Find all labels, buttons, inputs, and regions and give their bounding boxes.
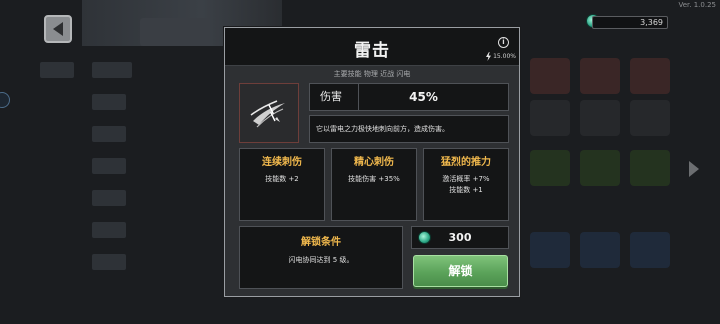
upgrade-effect: 激活概率 +7%: [442, 175, 490, 183]
background-skill-slot: [530, 150, 570, 186]
background-skill-slot: [580, 58, 620, 94]
background-skill-slot: [530, 100, 570, 136]
upgrade-effect: 技能数 +2: [265, 175, 299, 183]
next-page-arrow-icon[interactable]: [689, 161, 699, 177]
skill-icon-frame: [239, 83, 299, 143]
upgrade-card-fierce-thrust: 猛烈的推力 激活概率 +7% 技能数 +1: [423, 148, 509, 221]
damage-value: 45%: [359, 83, 509, 111]
skill-description: 它以雷电之力极快地刺向前方，造成伤害。: [309, 115, 509, 143]
skill-title: 雷击: [354, 41, 390, 61]
skill-detail-modal: 雷击 i 15.00% 主要技能 物理 近战 闪电 伤害 45% 它以雷电之力极…: [224, 27, 520, 297]
upgrade-title: 连续刺伤: [262, 157, 302, 168]
unlock-button[interactable]: 解锁: [413, 255, 508, 287]
proc-chance: 15.00%: [485, 52, 516, 61]
back-button[interactable]: [44, 15, 72, 43]
unlock-condition-text: 闪电协同达到 5 级。: [288, 256, 354, 264]
upgrade-card-precise-stab: 精心刺伤 技能伤害 +35%: [331, 148, 417, 221]
background-list-row: [92, 190, 126, 206]
unlock-condition-title: 解锁条件: [301, 237, 341, 248]
modal-header: 雷击 i 15.00%: [225, 28, 519, 66]
side-menu-handle[interactable]: [0, 92, 10, 108]
unlock-condition-panel: 解锁条件 闪电协同达到 5 级。: [239, 226, 403, 289]
background-skill-slot: [580, 100, 620, 136]
background-skill-slot: [530, 232, 570, 268]
background-skill-slot: [580, 150, 620, 186]
background-list-row: [92, 222, 126, 238]
upgrade-title: 精心刺伤: [354, 157, 394, 168]
background-skill-slot: [630, 232, 670, 268]
lightning-bolt-icon: [486, 52, 492, 61]
background-skill-slot: [580, 232, 620, 268]
currency-amount: 3,369: [592, 16, 668, 29]
back-arrow-icon: [53, 22, 63, 36]
background-tab: [140, 18, 210, 46]
unlock-cost: 300: [411, 226, 509, 249]
background-list-row: [40, 62, 74, 78]
background-list-row: [92, 94, 126, 110]
unlock-cost-value: 300: [448, 231, 472, 244]
damage-label: 伤害: [309, 83, 359, 111]
background-list-row: [92, 126, 126, 142]
background-list-row: [92, 254, 126, 270]
background-list-row: [92, 62, 132, 78]
upgrade-card-continuous-stab: 连续刺伤 技能数 +2: [239, 148, 325, 221]
upgrade-title: 猛烈的推力: [441, 157, 491, 168]
background-skill-slot: [630, 58, 670, 94]
proc-chance-value: 15.00%: [493, 53, 516, 60]
upgrade-effect: 技能伤害 +35%: [348, 175, 400, 183]
background-skill-slot: [630, 100, 670, 136]
lightning-sword-icon: [250, 100, 285, 128]
background-skill-slot: [530, 58, 570, 94]
info-icon[interactable]: i: [498, 37, 509, 48]
version-label: Ver. 1.0.25: [678, 1, 716, 9]
background-list-row: [92, 158, 126, 174]
upgrade-effect: 技能数 +1: [449, 186, 483, 194]
background-skill-slot: [630, 150, 670, 186]
skill-tags: 主要技能 物理 近战 闪电: [333, 70, 411, 78]
